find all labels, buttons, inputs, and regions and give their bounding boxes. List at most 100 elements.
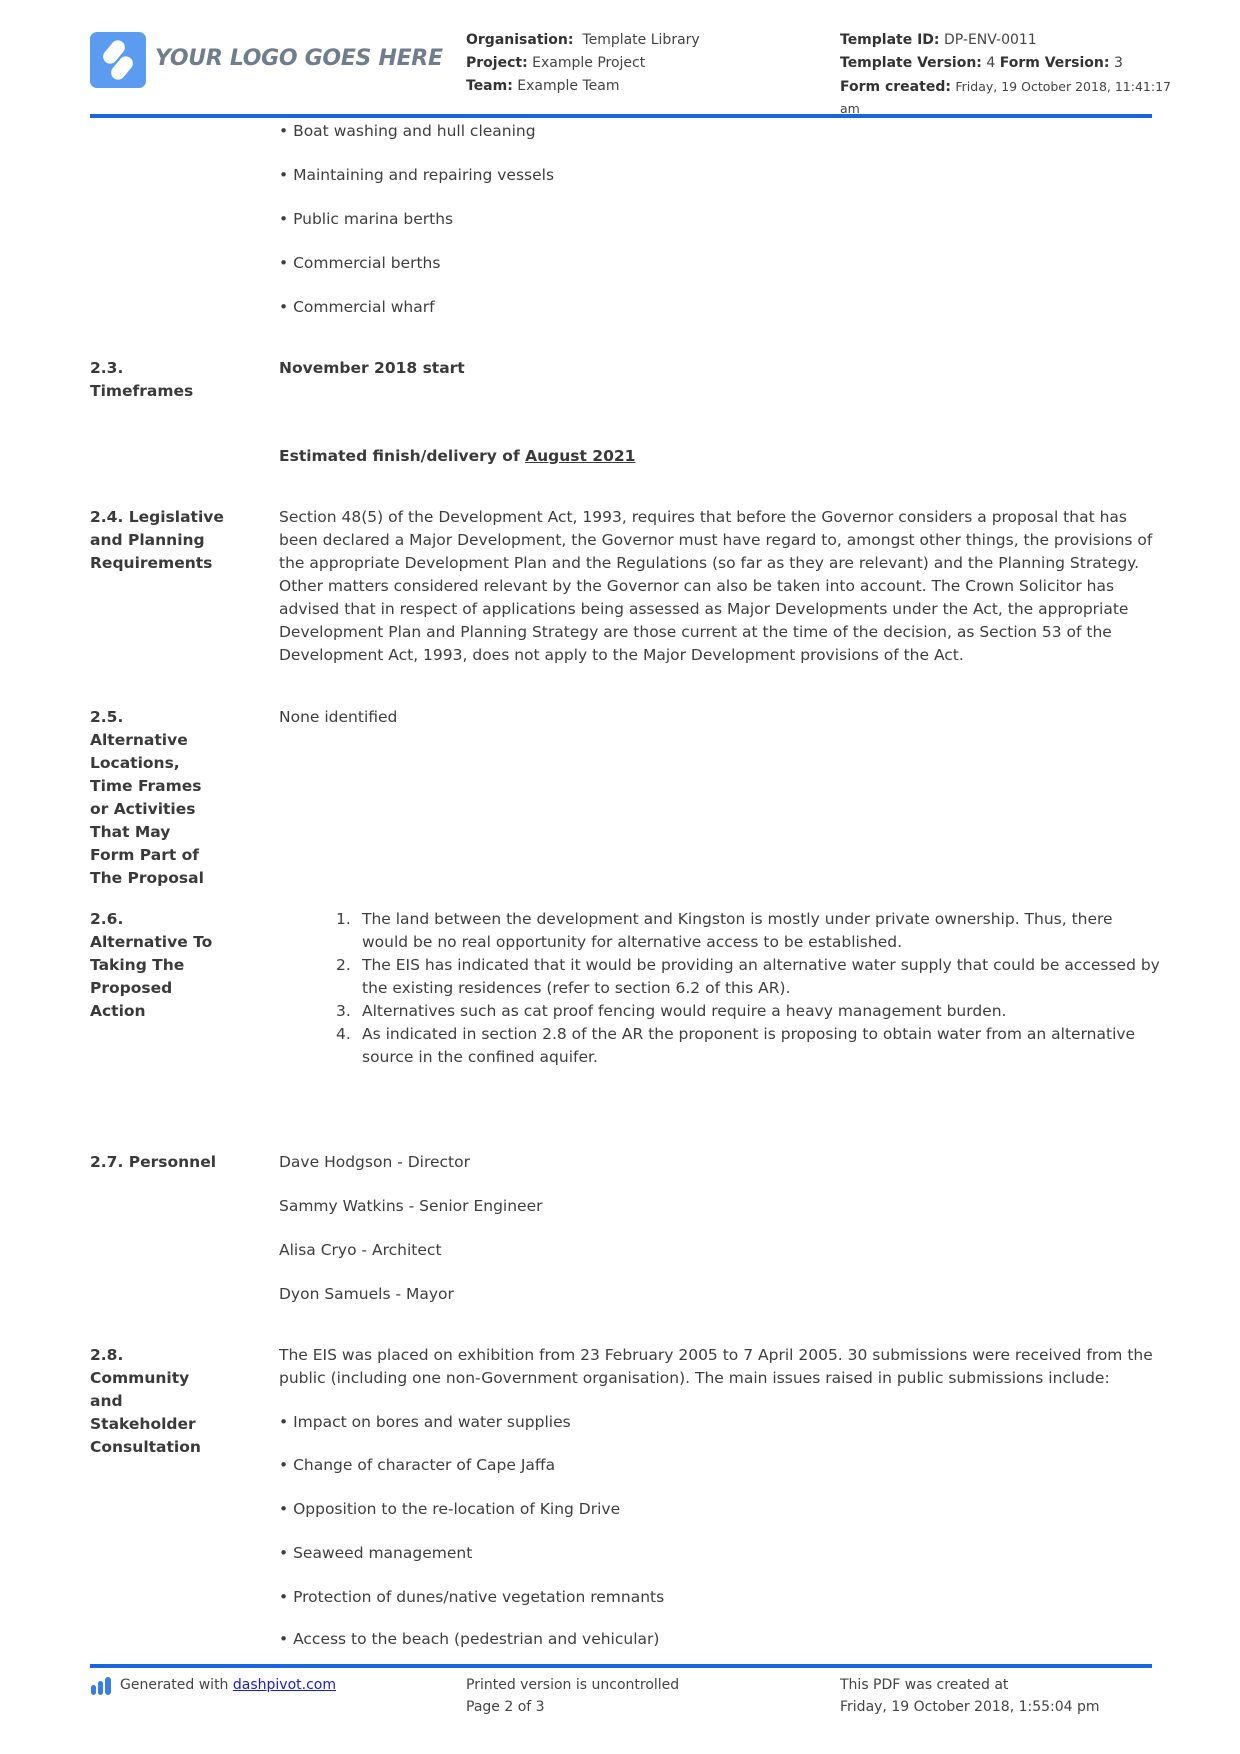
footer-divider bbox=[90, 1664, 1152, 1668]
template-version-label: Template Version: bbox=[840, 55, 982, 71]
logo-text: YOUR LOGO GOES HERE bbox=[155, 46, 443, 71]
paragraph-line: advised that in respect of applications … bbox=[279, 600, 1129, 618]
label-line: Requirements bbox=[90, 554, 213, 572]
label-line: Time Frames bbox=[90, 777, 202, 795]
label-line: Timeframes bbox=[90, 382, 194, 400]
section-label-legislative: 2.4. Legislative and Planning Requiremen… bbox=[90, 506, 240, 575]
paragraph-line: Section 48(5) of the Development Act, 19… bbox=[279, 508, 1127, 526]
header-template-id: Template ID: DP-ENV-0011 bbox=[840, 29, 1037, 52]
section-label-personnel: 2.7. Personnel bbox=[90, 1153, 217, 1171]
personnel-item: Alisa Cryo - Architect bbox=[279, 1241, 442, 1259]
label-line: Action bbox=[90, 1002, 146, 1020]
dashpivot-link[interactable]: dashpivot.com bbox=[233, 1677, 336, 1693]
label-line: The Proposal bbox=[90, 869, 204, 887]
paragraph-line: Development Plan and Planning Strategy a… bbox=[279, 623, 1112, 641]
community-bullet: • Impact on bores and water supplies bbox=[279, 1413, 571, 1431]
label-line: Proposed bbox=[90, 979, 173, 997]
form-version-value: 3 bbox=[1113, 55, 1123, 71]
list-item: 4. As indicated in section 2.8 of the AR… bbox=[336, 1023, 1166, 1069]
label-line: Alternative bbox=[90, 731, 188, 749]
label-line: and Planning bbox=[90, 531, 205, 549]
paragraph-line: Development Act, 1993, does not apply to… bbox=[279, 646, 964, 664]
finish-date: August 2021 bbox=[525, 447, 636, 465]
template-id-value: DP-ENV-0011 bbox=[943, 32, 1037, 48]
footer-generated: Generated with dashpivot.com bbox=[120, 1674, 336, 1696]
item-number: 1. bbox=[336, 910, 351, 928]
item-line: would be no real opportunity for alterna… bbox=[362, 933, 903, 951]
header-project: Project: Example Project bbox=[466, 52, 645, 75]
paragraph-line: public (including one non-Government org… bbox=[279, 1369, 1110, 1387]
footer-created-label: This PDF was created at bbox=[840, 1677, 1009, 1693]
header-form-created: Form created: Friday, 19 October 2018, 1… bbox=[840, 75, 1171, 99]
form-version-label: Form Version: bbox=[999, 55, 1110, 71]
list-item: 2. The EIS has indicated that it would b… bbox=[336, 954, 1166, 1000]
label-line: and bbox=[90, 1392, 123, 1410]
alternative-action-list: 1. The land between the development and … bbox=[336, 908, 1166, 1069]
timeframes-start: November 2018 start bbox=[279, 359, 465, 377]
label-line: Taking The bbox=[90, 956, 185, 974]
label-line: Consultation bbox=[90, 1438, 201, 1456]
label-line: Community bbox=[90, 1369, 190, 1387]
logo-icon bbox=[90, 32, 146, 88]
paragraph-line: Other matters considered relevant by the… bbox=[279, 577, 1115, 595]
footer-uncontrolled: Printed version is uncontrolled bbox=[466, 1677, 680, 1693]
paragraph-line: the appropriate Development Plan and the… bbox=[279, 554, 1140, 572]
item-number: 3. bbox=[336, 1002, 351, 1020]
label-line: Form Part of bbox=[90, 846, 200, 864]
top-bullet: • Public marina berths bbox=[279, 210, 454, 228]
item-line: the existing residences (refer to sectio… bbox=[362, 979, 791, 997]
community-bullet: • Opposition to the re-location of King … bbox=[279, 1500, 621, 1518]
template-version-value: 4 bbox=[986, 55, 996, 71]
project-value: Example Project bbox=[532, 55, 646, 71]
community-intro: The EIS was placed on exhibition from 23… bbox=[279, 1344, 1159, 1390]
header-divider bbox=[90, 114, 1152, 118]
item-number: 2. bbox=[336, 956, 351, 974]
community-bullet: • Access to the beach (pedestrian and ve… bbox=[279, 1630, 660, 1648]
label-line: Locations, bbox=[90, 754, 180, 772]
alternatives-value: None identified bbox=[279, 708, 398, 726]
header-organisation: Organisation: Template Library bbox=[466, 29, 700, 52]
label-line: Stakeholder bbox=[90, 1415, 196, 1433]
community-bullet: • Protection of dunes/native vegetation … bbox=[279, 1588, 665, 1606]
finish-prefix: Estimated finish/delivery of bbox=[279, 447, 526, 465]
list-item: 1. The land between the development and … bbox=[336, 908, 1166, 954]
label-line: 2.8. bbox=[90, 1346, 124, 1364]
item-line: Alternatives such as cat proof fencing w… bbox=[362, 1002, 1007, 1020]
legislative-paragraph: Section 48(5) of the Development Act, 19… bbox=[279, 506, 1159, 667]
label-line: 2.4. Legislative bbox=[90, 508, 224, 526]
section-label-alternatives: 2.5. Alternative Locations, Time Frames … bbox=[90, 706, 240, 890]
footer-page-number: Page 2 of 3 bbox=[466, 1699, 545, 1715]
section-label-timeframes: 2.3. Timeframes bbox=[90, 357, 240, 403]
dashpivot-icon bbox=[91, 1677, 113, 1699]
item-line: source in the confined aquifer. bbox=[362, 1048, 598, 1066]
community-bullet: • Change of character of Cape Jaffa bbox=[279, 1456, 556, 1474]
paragraph-line: been declared a Major Development, the G… bbox=[279, 531, 1153, 549]
project-label: Project: bbox=[466, 55, 528, 71]
team-label: Team: bbox=[466, 78, 513, 94]
top-bullet: • Boat washing and hull cleaning bbox=[279, 122, 536, 140]
item-number: 4. bbox=[336, 1025, 351, 1043]
footer-created-timestamp: Friday, 19 October 2018, 1:55:04 pm bbox=[840, 1699, 1100, 1715]
label-line: or Activities bbox=[90, 800, 196, 818]
team-value: Example Team bbox=[517, 78, 620, 94]
form-created-value: Friday, 19 October 2018, 11:41:17 bbox=[955, 79, 1171, 94]
personnel-item: Dave Hodgson - Director bbox=[279, 1153, 470, 1171]
label-line: 2.6. bbox=[90, 910, 124, 928]
timeframes-finish: Estimated finish/delivery of August 2021 bbox=[279, 445, 1159, 468]
label-line: 2.3. bbox=[90, 359, 124, 377]
list-item: 3. Alternatives such as cat proof fencin… bbox=[336, 1000, 1166, 1023]
top-bullet: • Commercial wharf bbox=[279, 298, 435, 316]
item-line: As indicated in section 2.8 of the AR th… bbox=[362, 1025, 1136, 1043]
paragraph-line: The EIS was placed on exhibition from 23… bbox=[279, 1346, 1153, 1364]
header-team: Team: Example Team bbox=[466, 75, 619, 98]
generated-prefix: Generated with bbox=[120, 1677, 233, 1693]
community-bullet: • Seaweed management bbox=[279, 1544, 473, 1562]
personnel-item: Sammy Watkins - Senior Engineer bbox=[279, 1197, 543, 1215]
label-line: That May bbox=[90, 823, 171, 841]
top-bullet: • Commercial berths bbox=[279, 254, 441, 272]
top-bullet: • Maintaining and repairing vessels bbox=[279, 166, 555, 184]
label-line: Alternative To bbox=[90, 933, 213, 951]
label-line: 2.5. bbox=[90, 708, 124, 726]
organisation-value: Template Library bbox=[582, 32, 700, 48]
item-line: The EIS has indicated that it would be p… bbox=[362, 956, 1160, 974]
